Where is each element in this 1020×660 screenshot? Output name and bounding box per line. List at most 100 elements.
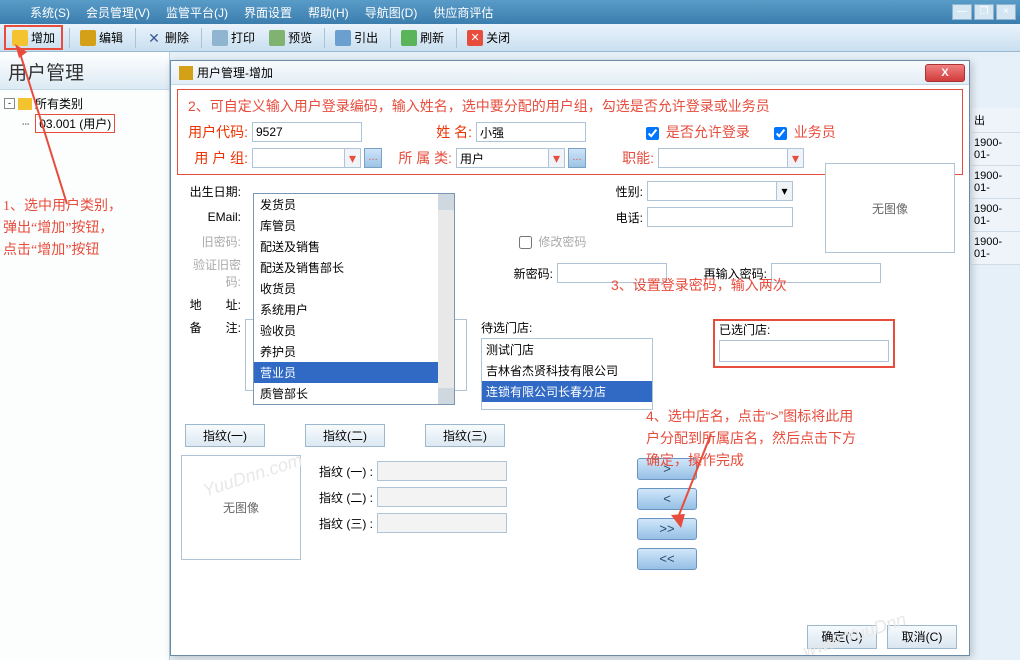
input-group[interactable]	[252, 148, 345, 168]
add-icon	[12, 30, 28, 46]
main-window: 系统(S) 会员管理(V) 监管平台(J) 界面设置 帮助(H) 导航图(D) …	[0, 0, 1020, 660]
lbl-remark: 备 注:	[181, 319, 241, 336]
menu-help[interactable]: 帮助(H)	[300, 2, 357, 23]
lbl-birthday: 出生日期:	[181, 183, 241, 200]
tb-delete[interactable]: ✕ 删除	[140, 27, 195, 48]
menu-supervise[interactable]: 监管平台(J)	[158, 2, 236, 23]
cat-dropdown-arrow[interactable]: ▾	[549, 148, 565, 168]
dialog-buttons: 确定(O) 取消(C)	[807, 625, 957, 649]
btn-move-all-right[interactable]: >>	[637, 518, 697, 540]
dropdown-usergroup[interactable]: 发货员 库管员 配送及销售 配送及销售部长 收货员 系统用户 验收员 养护员 营…	[253, 193, 455, 405]
modal-close-button[interactable]: X	[925, 64, 965, 82]
dd-item[interactable]: 库管员	[254, 215, 454, 236]
tb-print[interactable]: 打印	[206, 27, 261, 48]
dd-item[interactable]: 配送及销售	[254, 236, 454, 257]
pending-store-item[interactable]: 连锁有限公司长春分店	[482, 381, 652, 402]
menu-nav[interactable]: 导航图(D)	[357, 2, 426, 23]
btn-cancel[interactable]: 取消(C)	[887, 625, 957, 649]
menubar: 系统(S) 会员管理(V) 监管平台(J) 界面设置 帮助(H) 导航图(D) …	[0, 0, 1020, 24]
chk-allow-login[interactable]: 是否允许登录	[646, 122, 750, 142]
sex-dropdown-arrow[interactable]: ▾	[777, 181, 793, 201]
input-job[interactable]	[658, 148, 788, 168]
modal-title-icon	[179, 66, 193, 80]
lbl-email: EMail:	[181, 210, 241, 224]
btn-move-all-left[interactable]: <<	[637, 548, 697, 570]
group-dropdown-arrow[interactable]: ▾	[345, 148, 361, 168]
chk-modify-pwd[interactable]: 修改密码	[519, 233, 586, 250]
input-fp2	[377, 487, 507, 507]
dd-item[interactable]: 配送及销售部长	[254, 257, 454, 278]
lbl-job: 职能:	[604, 148, 654, 168]
checkbox-allow-login[interactable]	[646, 127, 659, 140]
tree-root[interactable]: - 所有类别	[4, 94, 165, 113]
dd-item[interactable]: 营业员	[254, 362, 454, 383]
tb-refresh[interactable]: 刷新	[395, 27, 450, 48]
dd-item[interactable]: 养护员	[254, 341, 454, 362]
dd-item[interactable]: 发货员	[254, 194, 454, 215]
img-placeholder-fp: 无图像	[181, 455, 301, 560]
btn-fingerprint-3[interactable]: 指纹(三)	[425, 424, 505, 447]
tb-edit[interactable]: 编辑	[74, 27, 129, 48]
menu-supplier[interactable]: 供应商评估	[425, 2, 501, 23]
tb-close[interactable]: ✕ 关闭	[461, 27, 516, 48]
btn-move-left[interactable]: <	[637, 488, 697, 510]
pending-store-item[interactable]: 测试门店	[482, 339, 652, 360]
preview-icon	[269, 30, 285, 46]
lbl-pending: 待选门店:	[481, 319, 541, 336]
list-selected-stores[interactable]	[719, 340, 889, 362]
tree-collapse-icon[interactable]: -	[4, 98, 15, 109]
dd-item[interactable]: 验收员	[254, 320, 454, 341]
lbl-cat: 所 属 类:	[392, 148, 452, 168]
tree-node-user[interactable]: ⋯ 03.001 (用户)	[4, 113, 165, 134]
bg-dates-column: 出 1900-01- 1900-01- 1900-01- 1900-01-	[972, 108, 1020, 265]
menu-member[interactable]: 会员管理(V)	[78, 2, 158, 23]
tree: - 所有类别 ⋯ 03.001 (用户)	[0, 90, 169, 138]
dd-item[interactable]: 收货员	[254, 278, 454, 299]
tb-export[interactable]: 引出	[329, 27, 384, 48]
pending-store-item[interactable]: 吉林省杰贤科技有限公司	[482, 360, 652, 381]
annotation-4: 4、选中店名，点击“>”图标将此用户分配到所属店名，然后点击下方确定，操作完成	[646, 405, 856, 471]
modal-user-add: 用户管理-增加 X 2、可自定义输入用户登录编码，输入姓名，选中要分配的用户组，…	[170, 60, 970, 656]
menu-system[interactable]: 系统(S)	[22, 2, 78, 23]
tb-add[interactable]: 增加	[4, 25, 63, 50]
delete-icon: ✕	[146, 30, 162, 46]
job-dropdown-arrow[interactable]: ▾	[788, 148, 804, 168]
input-code[interactable]	[252, 122, 362, 142]
btn-fingerprint-2[interactable]: 指纹(二)	[305, 424, 385, 447]
input-sex[interactable]	[647, 181, 777, 201]
lbl-sex: 性别:	[593, 183, 643, 200]
dd-item[interactable]: 质管部长	[254, 383, 454, 404]
window-close[interactable]: ×	[996, 4, 1016, 20]
img-placeholder-main: 无图像	[825, 163, 955, 253]
cat-lookup-button[interactable]: …	[568, 148, 586, 168]
input-phone[interactable]	[647, 207, 793, 227]
print-icon	[212, 30, 228, 46]
dropdown-scrollbar[interactable]	[438, 194, 454, 404]
window-restore[interactable]: ❐	[974, 4, 994, 20]
tb-preview[interactable]: 预览	[263, 27, 318, 48]
list-pending-stores[interactable]: 测试门店 吉林省杰贤科技有限公司 连锁有限公司长春分店	[481, 338, 653, 410]
lbl-fp1: 指纹 (一) :	[313, 463, 373, 480]
btn-ok[interactable]: 确定(O)	[807, 625, 877, 649]
input-name[interactable]	[476, 122, 586, 142]
checkbox-modify-pwd[interactable]	[519, 236, 532, 249]
window-minimize[interactable]: —	[952, 4, 972, 20]
input-fp3	[377, 513, 507, 533]
modal-titlebar[interactable]: 用户管理-增加 X	[171, 61, 969, 85]
lbl-name: 姓 名:	[412, 122, 472, 142]
chk-salesman[interactable]: 业务员	[774, 122, 836, 142]
btn-fingerprint-1[interactable]: 指纹(一)	[185, 424, 265, 447]
toolbar: 增加 编辑 ✕ 删除 打印 预览 引出 刷新	[0, 24, 1020, 52]
lbl-oldpwd: 旧密码:	[181, 233, 241, 250]
modal-title: 用户管理-增加	[197, 64, 273, 81]
close-icon: ✕	[467, 30, 483, 46]
checkbox-salesman[interactable]	[774, 127, 787, 140]
annotation-1: 1、选中用户类别， 弹出“增加”按钮， 点击“增加”按钮	[3, 196, 169, 262]
folder-icon	[18, 98, 32, 110]
group-lookup-button[interactable]: …	[364, 148, 382, 168]
menu-ui[interactable]: 界面设置	[236, 2, 300, 23]
input-reinput[interactable]	[771, 263, 881, 283]
modal-body: 2、可自定义输入用户登录编码，输入姓名，选中要分配的用户组，勾选是否允许登录或业…	[171, 85, 969, 655]
input-cat[interactable]	[456, 148, 549, 168]
dd-item[interactable]: 系统用户	[254, 299, 454, 320]
